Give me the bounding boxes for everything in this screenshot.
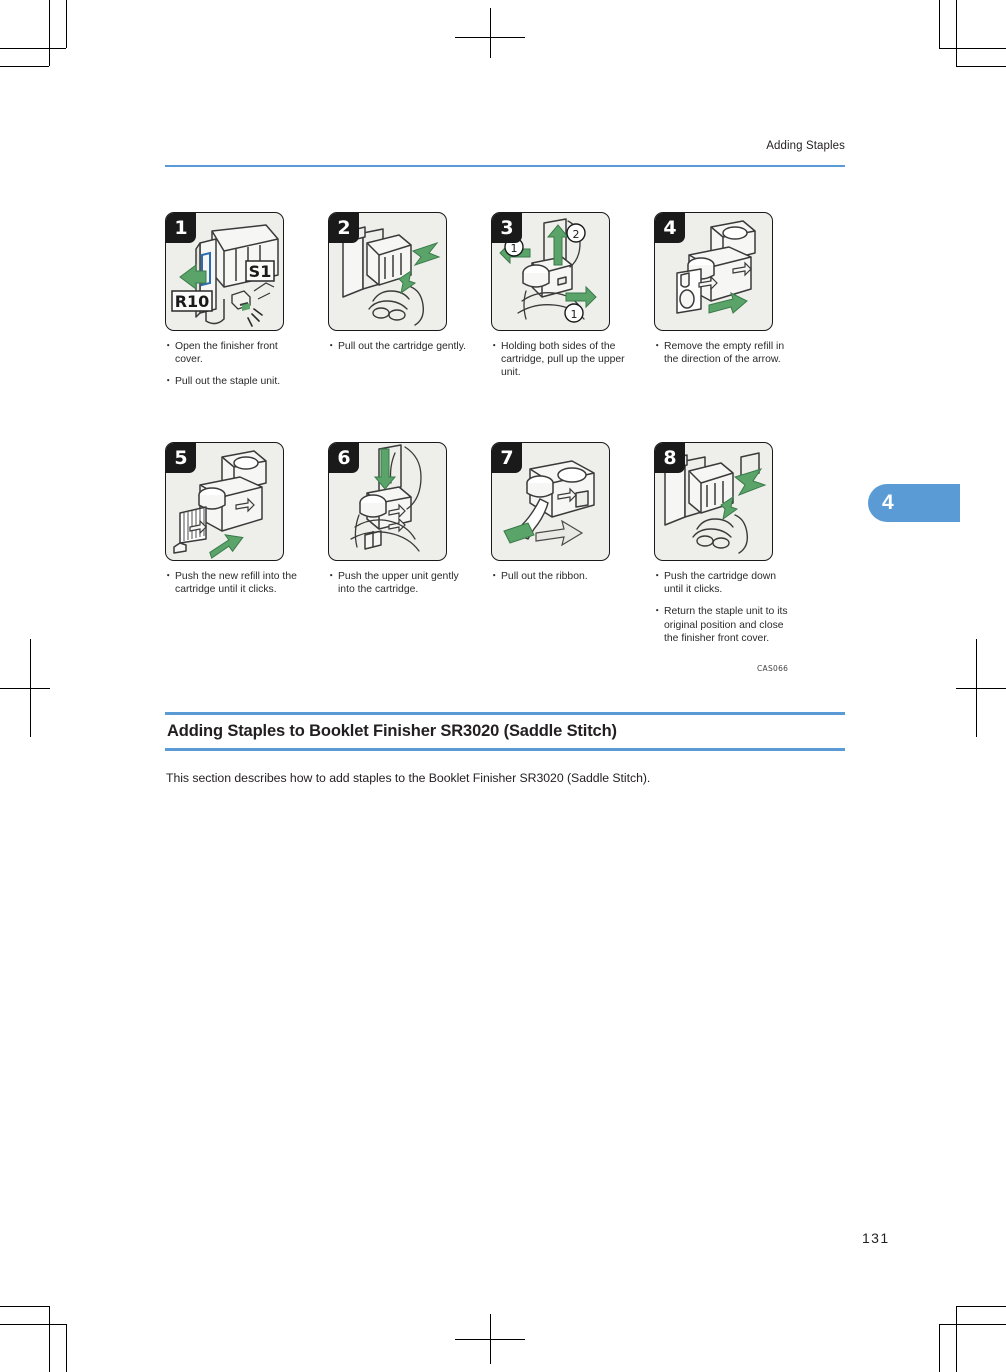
illustration-panel-8: 8 bbox=[654, 442, 773, 561]
figure-cell-step-4: 4 ・ Remove the empty refill in the direc… bbox=[652, 212, 817, 375]
figure-cell-step-8: 8 ・ Push the cartridge down until it cli… bbox=[652, 442, 817, 654]
caption-step-4: Remove the empty refill in the direction… bbox=[652, 340, 794, 366]
crop-mark-top-left-inner-v bbox=[66, 0, 67, 48]
header-rule bbox=[165, 165, 845, 167]
caption-step-3: Holding both sides of the cartridge, pul… bbox=[489, 340, 631, 380]
figure-cell-step-7: 7 ・ Pull out the ribbon. bbox=[489, 442, 654, 592]
caption-line: Open the finisher front cover. bbox=[163, 340, 305, 366]
step-number-badge: 1 bbox=[166, 213, 196, 243]
header-title: Adding Staples bbox=[766, 140, 845, 152]
caption-line: Push the new refill into the cartridge u… bbox=[163, 570, 305, 596]
caption-step-2: Pull out the cartridge gently. bbox=[326, 340, 468, 353]
section-heading-block: Adding Staples to Booklet Finisher SR302… bbox=[165, 712, 845, 751]
svg-text:1: 1 bbox=[511, 242, 518, 255]
crop-mark-top-left-outer-h bbox=[0, 66, 49, 67]
caption-line: Pull out the cartridge gently. bbox=[326, 340, 468, 353]
figure-cell-step-6: 6 ・ Push the upper unit gently into the … bbox=[326, 442, 491, 605]
crop-mark-top-right-inner-v bbox=[939, 0, 940, 48]
heading-rule-bottom bbox=[165, 748, 845, 751]
chapter-tab: 4 bbox=[868, 484, 960, 522]
step-number-badge: 4 bbox=[655, 213, 685, 243]
procedure-figure: 1 S1 R10 ・ Open the finisher front cover… bbox=[163, 212, 855, 692]
caption-step-7: Pull out the ribbon. bbox=[489, 570, 631, 583]
caption-step-6: Push the upper unit gently into the cart… bbox=[326, 570, 468, 596]
figure-cell-step-5: 5 ・ Push the new refill into the cartrid… bbox=[163, 442, 328, 605]
caption-step-1: Open the finisher front cover. Pull out … bbox=[163, 340, 305, 389]
registration-mark-top bbox=[455, 8, 525, 58]
crop-mark-bottom-right-inner-h bbox=[939, 1324, 1006, 1325]
figure-row: 1 S1 R10 ・ Open the finisher front cover… bbox=[163, 212, 855, 437]
svg-text:R10: R10 bbox=[175, 292, 210, 311]
illustration-panel-1: 1 S1 R10 bbox=[165, 212, 284, 331]
crop-mark-bottom-left-inner-h bbox=[0, 1324, 66, 1325]
svg-text:S1: S1 bbox=[249, 262, 272, 281]
caption-step-5: Push the new refill into the cartridge u… bbox=[163, 570, 305, 596]
caption-line: Remove the empty refill in the direction… bbox=[652, 340, 794, 366]
illustration-panel-7: 7 bbox=[491, 442, 610, 561]
figure-cell-step-3: 3 1 2 1 ・ Holding both sides of the cart… bbox=[489, 212, 654, 389]
step-number-badge: 3 bbox=[492, 213, 522, 243]
caption-line: Push the cartridge down until it clicks. bbox=[652, 570, 794, 596]
step-number-badge: 6 bbox=[329, 443, 359, 473]
illustration-panel-2: 2 bbox=[328, 212, 447, 331]
crop-mark-bottom-left-outer-h bbox=[0, 1306, 49, 1307]
figure-row: 5 ・ Push the new refill into the cartrid… bbox=[163, 442, 855, 692]
crop-mark-bottom-left-outer-v bbox=[49, 1306, 50, 1372]
registration-mark-left bbox=[0, 639, 50, 737]
caption-step-8: Push the cartridge down until it clicks.… bbox=[652, 570, 794, 645]
crop-mark-bottom-right-outer-h bbox=[956, 1306, 1006, 1307]
illustration-panel-4: 4 bbox=[654, 212, 773, 331]
illustration-panel-6: 6 bbox=[328, 442, 447, 561]
running-header: Adding Staples bbox=[165, 140, 845, 168]
caption-line: Pull out the ribbon. bbox=[489, 570, 631, 583]
crop-mark-top-right-inner-h bbox=[939, 48, 1006, 49]
crop-mark-top-left-outer-v bbox=[49, 0, 50, 66]
step-number-badge: 2 bbox=[329, 213, 359, 243]
caption-line: Pull out the staple unit. bbox=[163, 375, 305, 388]
caption-line: Holding both sides of the cartridge, pul… bbox=[489, 340, 631, 380]
step-number-badge: 5 bbox=[166, 443, 196, 473]
crop-mark-bottom-right-outer-v bbox=[956, 1306, 957, 1372]
section-paragraph: This section describes how to add staple… bbox=[166, 771, 651, 785]
step-number-badge: 7 bbox=[492, 443, 522, 473]
figure-cell-step-2: 2 ・ Pull out the cartridge gently. bbox=[326, 212, 491, 362]
page-number: 131 bbox=[862, 1230, 890, 1246]
illustration-panel-5: 5 bbox=[165, 442, 284, 561]
crop-mark-top-left-inner-h bbox=[0, 48, 66, 49]
caption-line: Return the staple unit to its original p… bbox=[652, 605, 794, 645]
crop-mark-bottom-right-inner-v bbox=[939, 1324, 940, 1372]
crop-mark-top-right-outer-v bbox=[956, 0, 957, 66]
registration-mark-right bbox=[956, 639, 1006, 737]
registration-mark-bottom bbox=[455, 1314, 525, 1364]
svg-text:1: 1 bbox=[571, 308, 578, 321]
crop-mark-top-right-outer-h bbox=[956, 66, 1006, 67]
crop-mark-bottom-left-inner-v bbox=[66, 1324, 67, 1372]
caption-line: Push the upper unit gently into the cart… bbox=[326, 570, 468, 596]
manual-page: Adding Staples 4 1 S1 R10 ・ Open the fin… bbox=[0, 0, 1006, 1372]
figure-id-label: CAS066 bbox=[757, 664, 789, 673]
step-number-badge: 8 bbox=[655, 443, 685, 473]
illustration-panel-3: 3 1 2 1 bbox=[491, 212, 610, 331]
figure-cell-step-1: 1 S1 R10 ・ Open the finisher front cover… bbox=[163, 212, 328, 398]
chapter-tab-number: 4 bbox=[882, 491, 894, 514]
section-heading: Adding Staples to Booklet Finisher SR302… bbox=[167, 722, 617, 740]
svg-text:2: 2 bbox=[573, 228, 580, 241]
